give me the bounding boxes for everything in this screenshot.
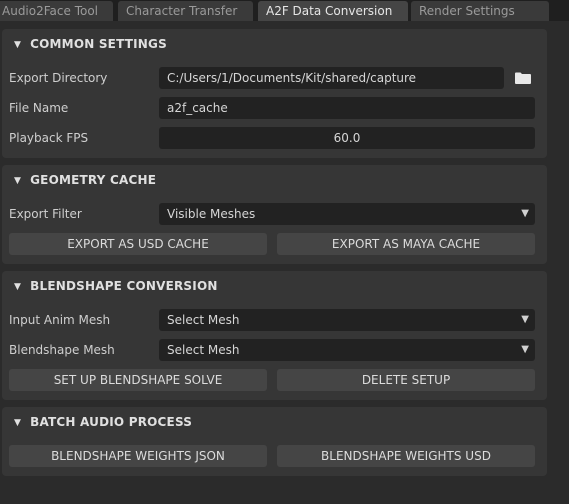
export-usd-cache-button[interactable]: EXPORT AS USD CACHE: [9, 233, 267, 255]
export-filter-dropdown[interactable]: Visible Meshes ▼: [159, 203, 535, 225]
tab-a2f-data-conversion[interactable]: A2F Data Conversion: [258, 1, 408, 21]
blendshape-mesh-label: Blendshape Mesh: [9, 343, 115, 357]
common-settings-panel: ▼ COMMON SETTINGS Export Directory C:/Use…: [2, 29, 547, 158]
batch-audio-process-panel: ▼ BATCH AUDIO PROCESS BLENDSHAPE WEIGHTS …: [2, 407, 547, 476]
tab-audio2face-tool[interactable]: Audio2Face Tool: [0, 1, 113, 21]
playback-fps-label: Playback FPS: [9, 131, 89, 145]
export-directory-field[interactable]: C:/Users/1/Documents/Kit/shared/capture: [159, 67, 504, 89]
dropdown-arrow-icon: ▼: [521, 314, 529, 325]
collapse-arrow-icon: ▼: [14, 418, 22, 428]
export-filter-label: Export Filter: [9, 207, 82, 221]
geometry-cache-title: GEOMETRY CACHE: [30, 173, 157, 187]
blendshape-conversion-title: BLENDSHAPE CONVERSION: [30, 279, 218, 293]
batch-audio-process-title: BATCH AUDIO PROCESS: [30, 415, 193, 429]
geometry-cache-panel: ▼ GEOMETRY CACHE Export Filter Visible Me…: [2, 165, 547, 264]
dropdown-arrow-icon: ▼: [521, 208, 529, 219]
collapse-arrow-icon: ▼: [14, 40, 22, 50]
setup-blendshape-solve-button[interactable]: SET UP BLENDSHAPE SOLVE: [9, 369, 267, 391]
content-area: ▼ COMMON SETTINGS Export Directory C:/Use…: [0, 21, 569, 504]
input-anim-mesh-dropdown[interactable]: Select Mesh ▼: [159, 309, 535, 331]
tab-bar: Audio2Face Tool Character Transfer A2F D…: [0, 0, 569, 21]
blendshape-weights-usd-button[interactable]: BLENDSHAPE WEIGHTS USD: [277, 445, 535, 467]
file-name-label: File Name: [9, 101, 69, 115]
export-filter-value: Visible Meshes: [167, 207, 256, 221]
blendshape-mesh-value: Select Mesh: [167, 343, 240, 357]
tab-character-transfer[interactable]: Character Transfer: [118, 1, 253, 21]
collapse-arrow-icon: ▼: [14, 176, 22, 186]
blendshape-mesh-dropdown[interactable]: Select Mesh ▼: [159, 339, 535, 361]
input-anim-mesh-value: Select Mesh: [167, 313, 240, 327]
input-anim-mesh-label: Input Anim Mesh: [9, 313, 111, 327]
geometry-cache-header[interactable]: ▼ GEOMETRY CACHE: [14, 165, 156, 195]
collapse-arrow-icon: ▼: [14, 282, 22, 292]
tab-render-settings[interactable]: Render Settings: [411, 1, 549, 21]
playback-fps-field[interactable]: 60.0: [159, 127, 535, 149]
dropdown-arrow-icon: ▼: [521, 344, 529, 355]
batch-audio-process-header[interactable]: ▼ BATCH AUDIO PROCESS: [14, 407, 192, 437]
blendshape-conversion-header[interactable]: ▼ BLENDSHAPE CONVERSION: [14, 271, 218, 301]
common-settings-header[interactable]: ▼ COMMON SETTINGS: [14, 29, 167, 59]
folder-icon[interactable]: [515, 72, 531, 84]
blendshape-conversion-panel: ▼ BLENDSHAPE CONVERSION Input Anim Mesh S…: [2, 271, 547, 400]
file-name-field[interactable]: a2f_cache: [159, 97, 535, 119]
common-settings-title: COMMON SETTINGS: [30, 37, 167, 51]
export-maya-cache-button[interactable]: EXPORT AS MAYA CACHE: [277, 233, 535, 255]
export-directory-label: Export Directory: [9, 71, 108, 85]
delete-setup-button[interactable]: DELETE SETUP: [277, 369, 535, 391]
blendshape-weights-json-button[interactable]: BLENDSHAPE WEIGHTS JSON: [9, 445, 267, 467]
